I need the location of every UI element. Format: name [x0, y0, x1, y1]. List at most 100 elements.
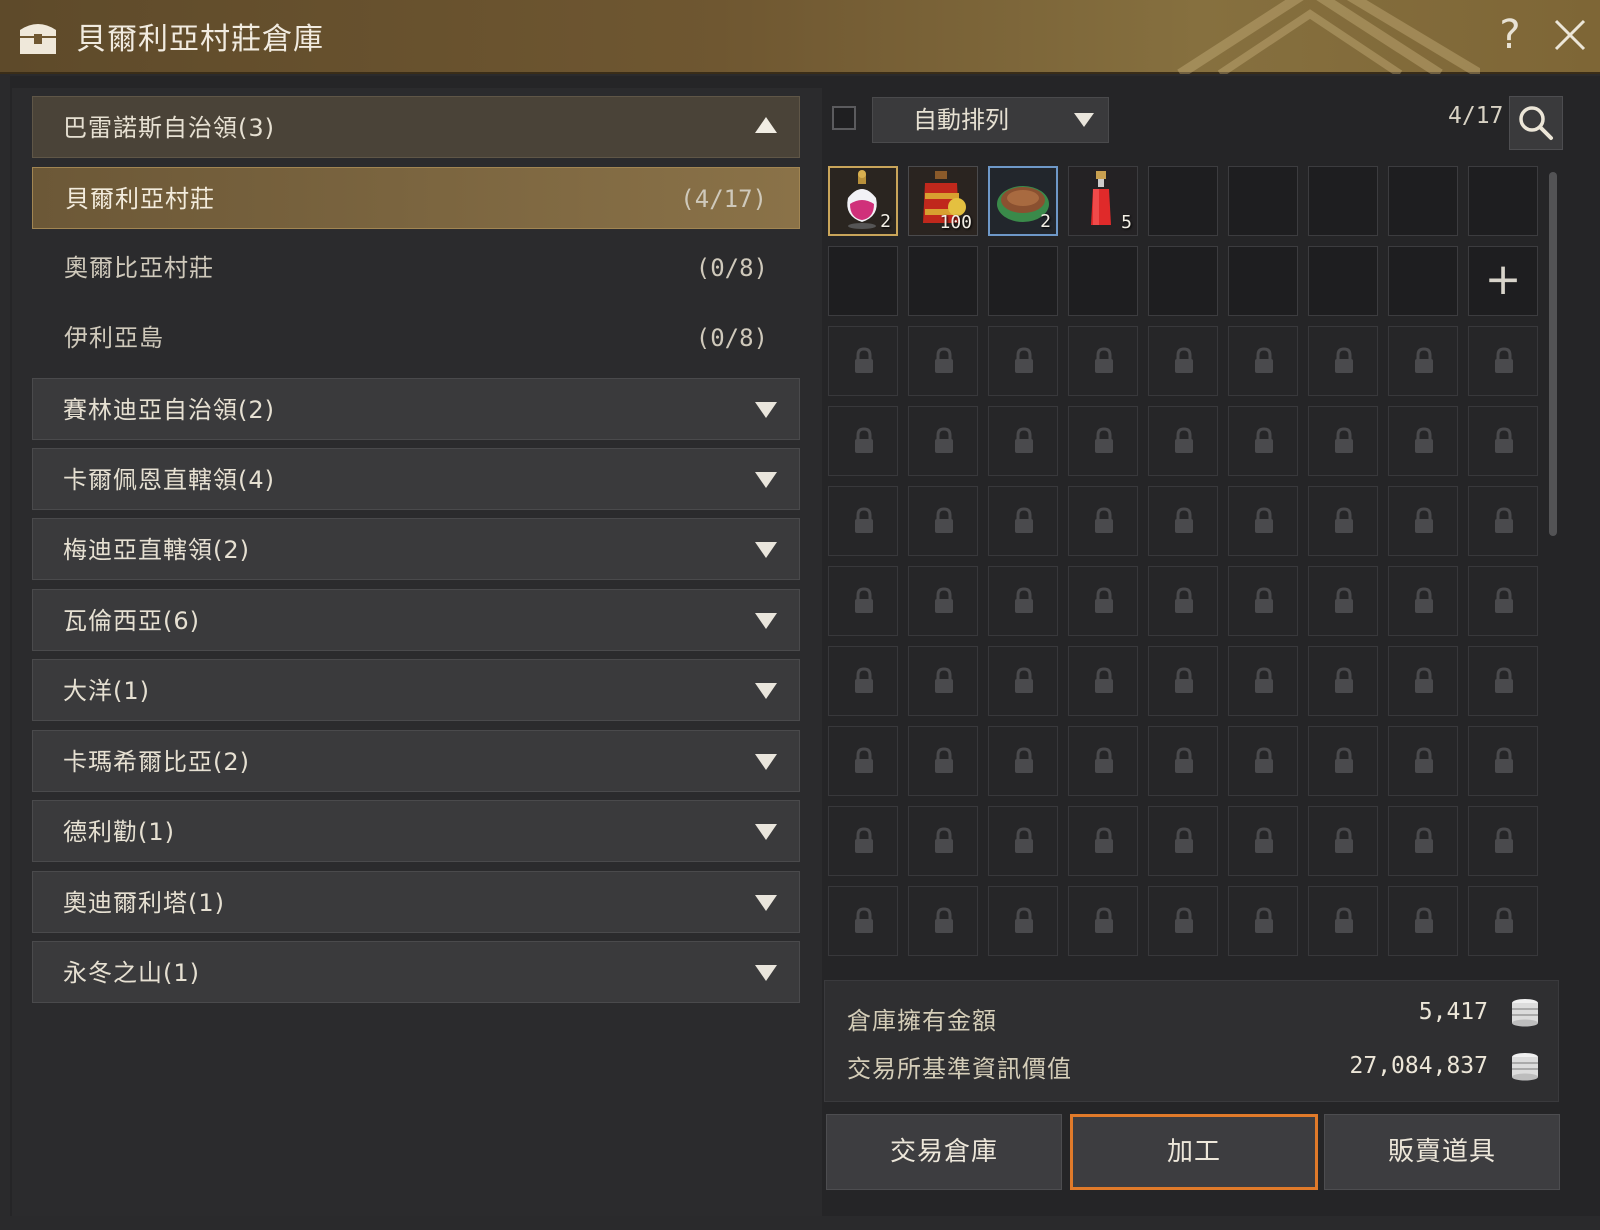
inventory-slot-item[interactable]: 100 — [908, 166, 978, 236]
lock-icon — [1012, 747, 1036, 779]
inventory-slot-empty[interactable] — [1308, 246, 1378, 316]
region-row[interactable]: 奧迪爾利塔(1) — [32, 871, 800, 933]
lock-icon — [852, 907, 876, 939]
grid-scrollbar[interactable] — [1549, 172, 1557, 536]
region-label: 大洋(1) — [63, 677, 150, 705]
item-quantity: 5 — [1121, 212, 1132, 233]
inventory-slot-empty[interactable] — [1388, 246, 1458, 316]
lock-icon — [1252, 827, 1276, 859]
inventory-slot-empty[interactable] — [1148, 246, 1218, 316]
expand-arrow-icon — [755, 824, 777, 840]
lock-icon — [1012, 347, 1036, 379]
inventory-slot-locked — [1468, 646, 1538, 716]
inventory-slot-locked — [1068, 406, 1138, 476]
lock-icon — [1252, 347, 1276, 379]
storage-money-label: 倉庫擁有金額 — [847, 1007, 997, 1035]
lock-icon — [1012, 907, 1036, 939]
town-row-selected[interactable]: 貝爾利亞村莊 (4/17) — [32, 167, 800, 229]
inventory-slot-locked — [1228, 886, 1298, 956]
inventory-slot-empty[interactable] — [1388, 166, 1458, 236]
inventory-slot-locked — [1068, 726, 1138, 796]
item-quantity: 2 — [880, 211, 891, 232]
inventory-slot-locked — [1068, 806, 1138, 876]
lock-icon — [1172, 587, 1196, 619]
lock-icon — [1092, 907, 1116, 939]
inventory-slot-empty[interactable] — [908, 246, 978, 316]
capacity-count: 4/17 — [1448, 103, 1504, 129]
region-row[interactable]: 德利勸(1) — [32, 800, 800, 862]
close-icon[interactable] — [1548, 12, 1592, 58]
lock-icon — [1412, 507, 1436, 539]
inventory-slot-locked — [988, 326, 1058, 396]
process-button[interactable]: 加工 — [1070, 1114, 1318, 1190]
lock-icon — [1412, 827, 1436, 859]
town-row[interactable]: 伊利亞島 (0/8) — [32, 307, 800, 369]
inventory-grid: 2 100 2 5 + — [822, 162, 1552, 962]
lock-icon — [1332, 827, 1356, 859]
sell-items-button[interactable]: 販賣道具 — [1324, 1114, 1560, 1190]
help-button[interactable]: ? — [1490, 10, 1530, 60]
lock-icon — [1172, 347, 1196, 379]
inventory-slot-locked — [908, 646, 978, 716]
inventory-slot-empty[interactable] — [1148, 166, 1218, 236]
inventory-slot-locked — [1388, 486, 1458, 556]
inventory-slot-locked — [1228, 326, 1298, 396]
town-count: (0/8) — [695, 324, 768, 352]
region-list: 巴雷諾斯自治領(3) 貝爾利亞村莊 (4/17) 奧爾比亞村莊 (0/8) 伊利… — [12, 88, 822, 1216]
inventory-slot-locked — [1228, 806, 1298, 876]
expand-slot-button[interactable]: + — [1468, 246, 1538, 316]
lock-icon — [1092, 427, 1116, 459]
lock-icon — [1092, 507, 1116, 539]
inventory-slot-empty[interactable] — [828, 246, 898, 316]
inventory-slot-locked — [1468, 406, 1538, 476]
inventory-slot-locked — [1148, 726, 1218, 796]
region-row[interactable]: 卡爾佩恩直轄領(4) — [32, 448, 800, 510]
region-row[interactable]: 巴雷諾斯自治領(3) — [32, 96, 800, 158]
region-row[interactable]: 卡瑪希爾比亞(2) — [32, 730, 800, 792]
select-all-checkbox[interactable] — [832, 106, 856, 130]
inventory-slot-empty[interactable] — [1228, 166, 1298, 236]
town-count: (4/17) — [680, 185, 767, 213]
inventory-slot-locked — [1308, 406, 1378, 476]
region-row[interactable]: 賽林迪亞自治領(2) — [32, 378, 800, 440]
inventory-slot-locked — [988, 646, 1058, 716]
inventory-slot-empty[interactable] — [1468, 166, 1538, 236]
lock-icon — [1492, 907, 1516, 939]
lock-icon — [1492, 667, 1516, 699]
inventory-slot-locked — [828, 886, 898, 956]
inventory-slot-empty[interactable] — [988, 246, 1058, 316]
lock-icon — [1172, 907, 1196, 939]
expand-arrow-icon — [755, 965, 777, 981]
inventory-slot-locked — [988, 486, 1058, 556]
lock-icon — [932, 347, 956, 379]
region-row[interactable]: 大洋(1) — [32, 659, 800, 721]
sort-dropdown[interactable]: 自動排列 — [872, 97, 1109, 143]
lock-icon — [1252, 587, 1276, 619]
region-row[interactable]: 梅迪亞直轄領(2) — [32, 518, 800, 580]
inventory-slot-empty[interactable] — [1308, 166, 1378, 236]
trade-storage-button[interactable]: 交易倉庫 — [826, 1114, 1062, 1190]
region-row[interactable]: 永冬之山(1) — [32, 941, 800, 1003]
inventory-slot-empty[interactable] — [1228, 246, 1298, 316]
inventory-slot-locked — [1148, 806, 1218, 876]
inventory-slot-locked — [908, 406, 978, 476]
inventory-slot-item[interactable]: 5 — [1068, 166, 1138, 236]
lock-icon — [1252, 507, 1276, 539]
inventory-slot-locked — [1308, 726, 1378, 796]
inventory-slot-item[interactable]: 2 — [828, 166, 898, 236]
inventory-slot-item[interactable]: 2 — [988, 166, 1058, 236]
inventory-slot-empty[interactable] — [1068, 246, 1138, 316]
town-row[interactable]: 奧爾比亞村莊 (0/8) — [32, 237, 800, 299]
inventory-slot-locked — [908, 326, 978, 396]
lock-icon — [852, 667, 876, 699]
region-label: 德利勸(1) — [63, 818, 175, 846]
expand-arrow-icon — [755, 472, 777, 488]
region-label: 永冬之山(1) — [63, 959, 200, 987]
search-button[interactable] — [1509, 96, 1563, 150]
inventory-slot-locked — [1228, 726, 1298, 796]
inventory-slot-locked — [1468, 326, 1538, 396]
chevron-down-icon — [1074, 113, 1094, 127]
region-row[interactable]: 瓦倫西亞(6) — [32, 589, 800, 651]
lock-icon — [852, 507, 876, 539]
inventory-slot-locked — [1228, 486, 1298, 556]
